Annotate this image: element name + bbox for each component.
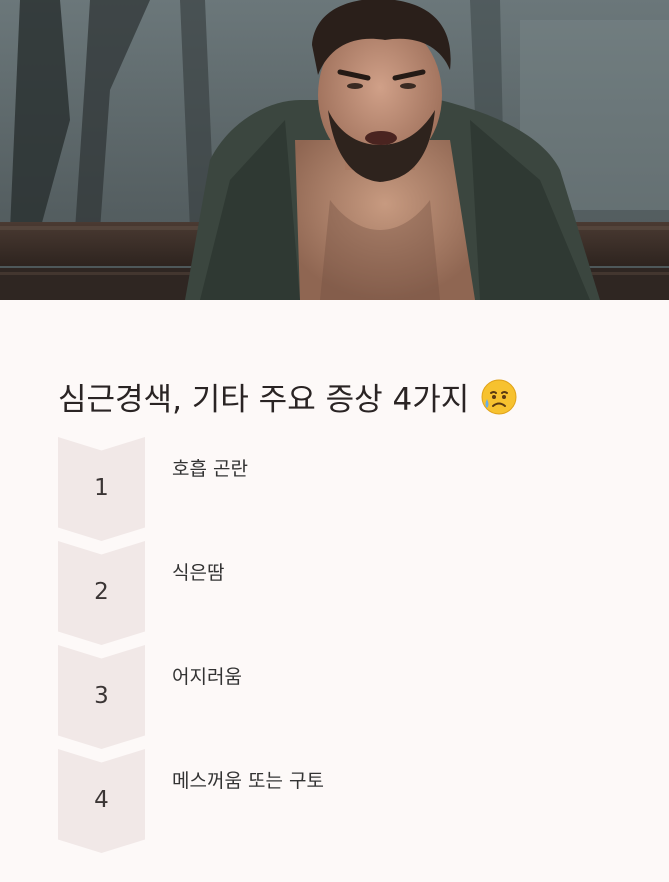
page-title-text: 심근경색, 기타 주요 증상 4가지 [58, 382, 470, 418]
step-number: 3 [94, 683, 109, 709]
step-label: 호흡 곤란 [172, 458, 248, 480]
list-item: 2 식은땀 [58, 541, 618, 645]
content-section: 심근경색, 기타 주요 증상 4가지 1 호흡 곤란 2 식은땀 3 어지러움 … [0, 300, 669, 882]
hero-photo [0, 0, 669, 300]
list-item: 4 메스꺼움 또는 구토 [58, 749, 618, 853]
step-number: 1 [94, 475, 109, 501]
step-label: 식은땀 [172, 562, 225, 584]
list-item: 1 호흡 곤란 [58, 437, 618, 541]
sad-sweat-face-icon [481, 379, 517, 415]
step-label: 어지러움 [172, 666, 242, 688]
hero-image [0, 0, 669, 300]
step-number: 2 [94, 579, 109, 605]
list-item: 3 어지러움 [58, 645, 618, 749]
page-title: 심근경색, 기타 주요 증상 4가지 [58, 374, 517, 419]
symptom-list: 1 호흡 곤란 2 식은땀 3 어지러움 4 메스꺼움 또는 구토 [58, 437, 618, 853]
step-label: 메스꺼움 또는 구토 [172, 770, 324, 792]
step-number: 4 [94, 787, 109, 813]
